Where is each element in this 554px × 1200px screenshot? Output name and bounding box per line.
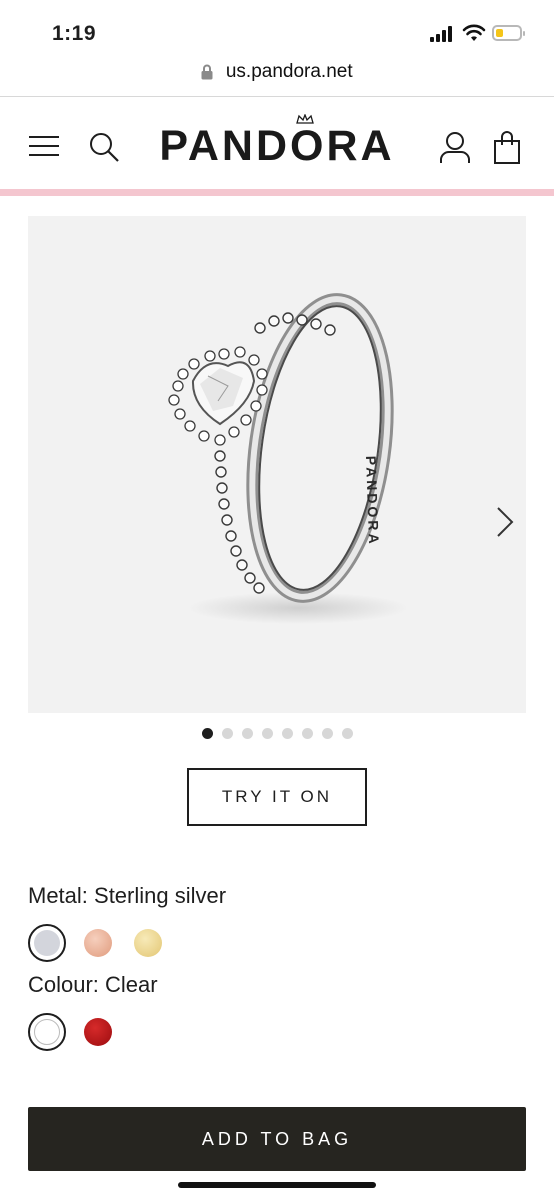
lock-icon xyxy=(201,64,213,80)
metal-swatch-gold[interactable] xyxy=(134,929,162,957)
pagination-dot[interactable] xyxy=(222,728,233,739)
pagination-dot[interactable] xyxy=(322,728,333,739)
status-bar: 1:19 xyxy=(0,0,554,56)
colour-label: Colour: Clear xyxy=(28,972,158,997)
status-time: 1:19 xyxy=(52,22,97,45)
browser-url-bar[interactable]: us.pandora.net xyxy=(0,56,554,97)
header-accent-line xyxy=(0,189,554,196)
try-it-on-button[interactable]: TRY IT ON xyxy=(187,768,367,826)
url-text: us.pandora.net xyxy=(225,61,353,82)
battery-level xyxy=(496,29,503,37)
home-indicator[interactable] xyxy=(178,1182,376,1188)
wifi-icon xyxy=(462,24,486,41)
signal-icon xyxy=(430,26,454,42)
pagination-dot[interactable] xyxy=(242,728,253,739)
product-image[interactable]: PANDORA xyxy=(28,216,526,713)
battery-icon xyxy=(492,25,525,41)
colour-swatch-clear[interactable] xyxy=(34,1019,60,1045)
chevron-right-icon[interactable] xyxy=(496,506,514,538)
metal-swatch-sterling-silver[interactable] xyxy=(34,930,60,956)
ring-engraving: PANDORA xyxy=(363,456,382,547)
pagination-dot[interactable] xyxy=(282,728,293,739)
pagination-dot[interactable] xyxy=(302,728,313,739)
pandora-logo[interactable]: PANDORA xyxy=(0,120,554,172)
crown-icon xyxy=(296,114,314,124)
add-to-bag-button[interactable]: ADD TO BAG xyxy=(28,1107,526,1171)
pagination-dot[interactable] xyxy=(342,728,353,739)
metal-swatch-rose-gold[interactable] xyxy=(84,929,112,957)
metal-label: Metal: Sterling silver xyxy=(28,883,227,908)
ring-image: PANDORA xyxy=(168,293,408,624)
pagination-dot[interactable] xyxy=(262,728,273,739)
pagination-dot[interactable] xyxy=(202,728,213,739)
colour-swatch-red[interactable] xyxy=(84,1018,112,1046)
